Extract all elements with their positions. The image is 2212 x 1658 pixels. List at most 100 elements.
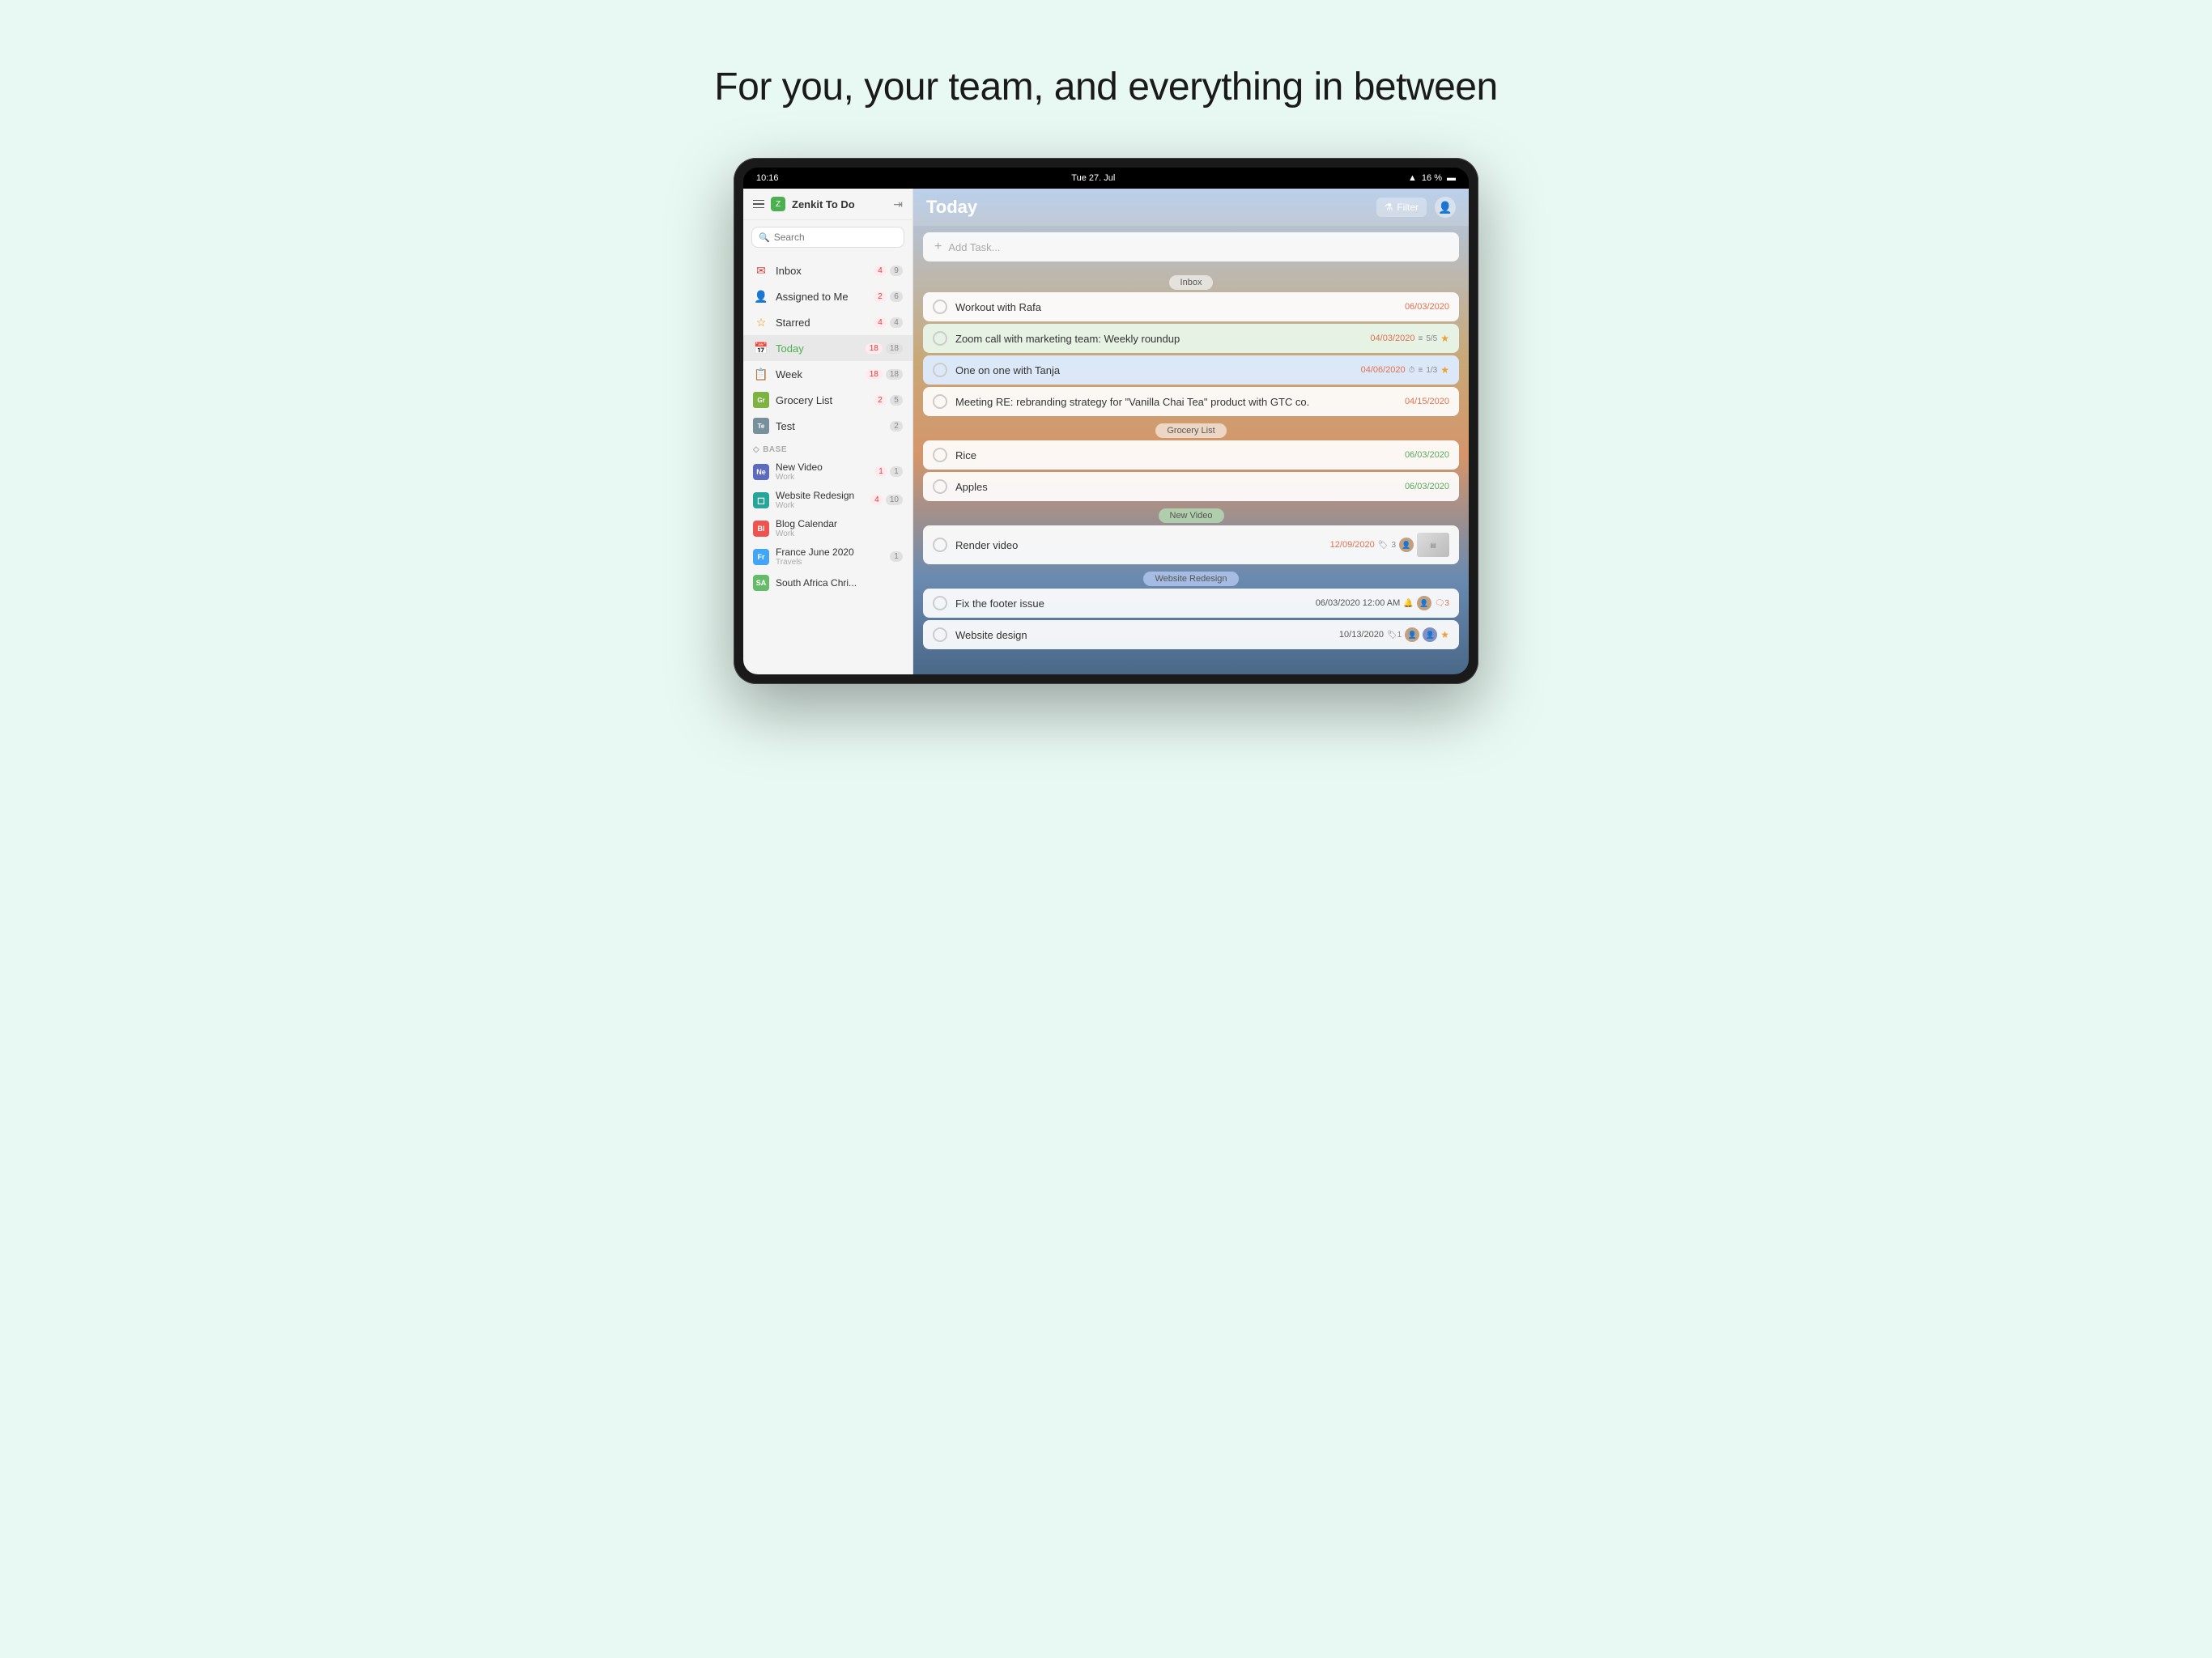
blog-name: Blog Calendar [776,518,903,529]
task-render[interactable]: Render video 12/09/2020 🏷 3 👤 ▤ [923,525,1459,564]
subtask-icon-2: ≡ [1418,366,1423,375]
week-badge-2: 18 [886,369,903,380]
task-tanja[interactable]: One on one with Tanja 04/06/2020 ⏱ ≡ 1/3… [923,355,1459,385]
grocery-label: Grocery List [776,394,874,406]
app-logo: Z [771,197,785,211]
task-workout[interactable]: Workout with Rafa 06/03/2020 [923,292,1459,321]
starred-icon: ☆ [753,314,769,330]
inbox-badge-1: 4 [874,266,887,276]
ipad-frame: 10:16 Tue 27. Jul ▲ 16 % ▬ Z Zenkit To [734,158,1478,684]
task-workout-checkbox[interactable] [933,300,947,314]
task-render-label: Render video [955,539,1322,551]
task-footer-date: 06/03/2020 12:00 AM [1316,598,1401,608]
sidebar-item-today[interactable]: 📅 Today 18 18 [743,335,912,361]
grocery-icon: Gr [753,392,769,408]
task-apples-date: 06/03/2020 [1405,482,1449,491]
search-box[interactable]: 🔍 [751,227,904,248]
task-render-meta: 12/09/2020 🏷 3 👤 ▤ [1330,533,1449,557]
sidebar-item-assigned[interactable]: 👤 Assigned to Me 2 6 [743,283,912,309]
website-badge-1: 4 [870,495,883,505]
france-name: France June 2020 [776,546,890,558]
task-meeting-checkbox[interactable] [933,394,947,409]
task-render-checkbox[interactable] [933,538,947,552]
south-africa-name: South Africa Chri... [776,577,903,589]
test-badge-1: 2 [890,421,903,432]
task-footer-avatar: 👤 [1417,596,1431,610]
task-website-avatar1: 👤 [1405,627,1419,642]
inbox-badges: 4 9 [874,266,903,276]
status-time: 10:16 [756,173,779,183]
filter-button[interactable]: ⚗ Filter [1376,198,1427,217]
sidebar-item-starred[interactable]: ☆ Starred 4 4 [743,309,912,335]
starred-badge-2: 4 [890,317,903,328]
expand-icon[interactable]: ⇥ [893,198,903,211]
task-meeting-label: Meeting RE: rebranding strategy for "Van… [955,396,1397,408]
today-icon: 📅 [753,340,769,356]
hamburger-icon[interactable] [753,200,764,209]
new-video-sub: Work [776,473,874,482]
task-tanja-meta: 04/06/2020 ⏱ ≡ 1/3 ★ [1361,364,1449,376]
battery-level: 16 % [1422,173,1442,183]
website-name: Website Redesign [776,490,870,501]
new-video-badge-2: 1 [890,466,903,477]
sidebar-item-week[interactable]: 📋 Week 18 18 [743,361,912,387]
south-africa-info: South Africa Chri... [776,577,903,589]
subtask-icon: ≡ [1418,334,1423,343]
project-south-africa[interactable]: SA South Africa Chri... [743,571,912,595]
new-video-section-pill: New Video [923,508,1459,522]
test-icon: Te [753,418,769,434]
website-sub: Work [776,501,870,510]
task-meeting[interactable]: Meeting RE: rebranding strategy for "Van… [923,387,1459,416]
timer-icon: ⏱ [1409,366,1415,375]
blog-avatar: Bl [753,521,769,537]
task-footer-label: Fix the footer issue [955,597,1308,610]
project-france[interactable]: Fr France June 2020 Travels 1 [743,542,912,571]
task-tanja-checkbox[interactable] [933,363,947,377]
new-video-avatar: Ne [753,464,769,480]
task-apples-checkbox[interactable] [933,479,947,494]
inbox-section-pill: Inbox [923,274,1459,289]
task-apples[interactable]: Apples 06/03/2020 [923,472,1459,501]
task-rice[interactable]: Rice 06/03/2020 [923,440,1459,470]
new-video-badge-1: 1 [874,466,887,477]
sidebar-item-inbox[interactable]: ✉ Inbox 4 9 [743,257,912,283]
project-blog[interactable]: Bl Blog Calendar Work [743,514,912,542]
task-zoom-checkbox[interactable] [933,331,947,346]
task-rice-checkbox[interactable] [933,448,947,462]
status-bar: 10:16 Tue 27. Jul ▲ 16 % ▬ [743,168,1469,189]
sidebar-header: Z Zenkit To Do ⇥ [743,189,912,220]
add-task-plus-icon: + [934,240,942,254]
week-label: Week [776,368,866,380]
sidebar-nav: ✉ Inbox 4 9 👤 Assigned to Me 2 6 [743,254,912,674]
base-section-header: ◇ BASE [743,439,912,457]
task-zoom[interactable]: Zoom call with marketing team: Weekly ro… [923,324,1459,353]
sidebar-item-test[interactable]: Te Test 2 [743,413,912,439]
inbox-label: Inbox [776,265,874,277]
search-input[interactable] [774,232,897,243]
diamond-icon: ◇ [753,445,759,454]
today-badge-1: 18 [866,343,883,354]
task-footer[interactable]: Fix the footer issue 06/03/2020 12:00 AM… [923,589,1459,618]
task-website-star: ★ [1440,629,1449,640]
task-website-design-checkbox[interactable] [933,627,947,642]
task-meeting-date: 04/15/2020 [1405,397,1449,406]
profile-icon[interactable]: 👤 [1435,197,1456,218]
task-footer-meta: 06/03/2020 12:00 AM 🔔 👤 🗨3 [1316,596,1449,610]
task-render-tags: 3 [1391,541,1396,550]
task-website-design[interactable]: Website design 10/13/2020 🏷1 👤 👤 ★ [923,620,1459,649]
france-info: France June 2020 Travels [776,546,890,567]
sidebar-item-grocery[interactable]: Gr Grocery List 2 5 [743,387,912,413]
blog-info: Blog Calendar Work [776,518,903,538]
project-website[interactable]: ◻ Website Redesign Work 4 10 [743,486,912,514]
task-footer-checkbox[interactable] [933,596,947,610]
project-new-video[interactable]: Ne New Video Work 1 1 [743,457,912,486]
filter-label: Filter [1397,202,1419,213]
task-website-design-meta: 10/13/2020 🏷1 👤 👤 ★ [1339,627,1449,642]
today-badge-2: 18 [886,343,903,354]
website-pill-label: Website Redesign [1143,572,1238,586]
tasks-scroll[interactable]: Inbox Workout with Rafa 06/03/2020 Zoom … [913,268,1469,674]
task-render-thumb: ▤ [1417,533,1449,557]
main-header: Today ⚗ Filter 👤 [913,189,1469,226]
task-website-design-label: Website design [955,629,1331,641]
add-task-bar[interactable]: + Add Task... [923,232,1459,261]
